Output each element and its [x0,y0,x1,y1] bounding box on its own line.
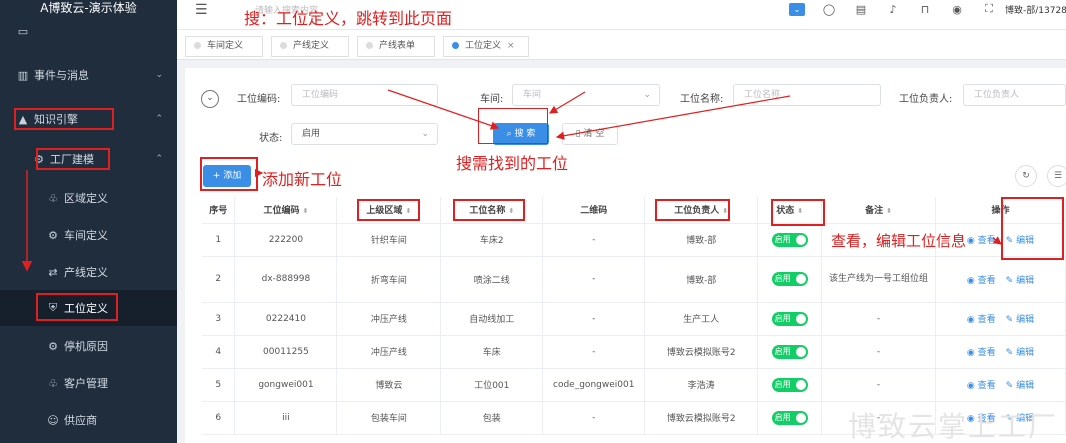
arrow-ops [992,236,1002,245]
watermark: 博致云掌上工厂 [848,410,1059,443]
annotation-arrows [21,89,1002,272]
arrow-name [555,95,791,140]
arrow-code [387,89,500,130]
arrow-workshop [548,91,586,114]
